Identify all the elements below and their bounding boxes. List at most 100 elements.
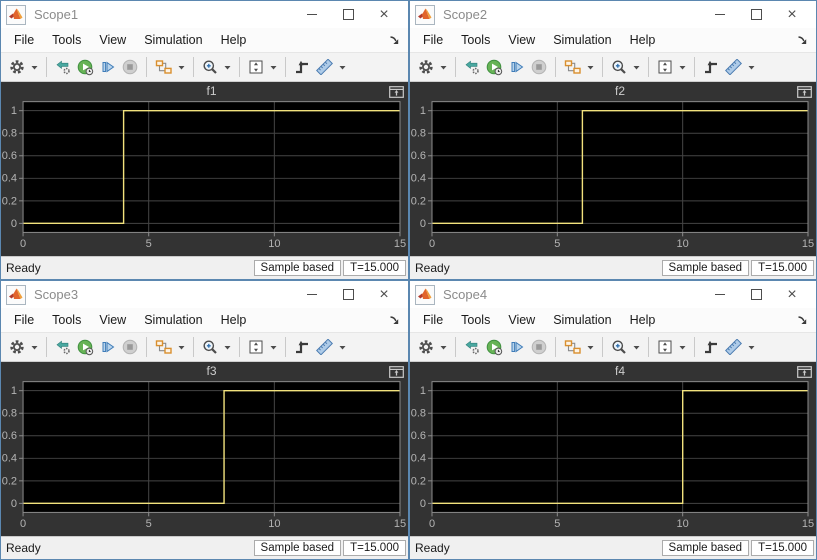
maximize-axes-button[interactable] — [796, 365, 812, 378]
cursor-measurements-button[interactable] — [722, 335, 745, 359]
titlebar[interactable]: Scope3 × — [1, 281, 408, 308]
signal-selector-button[interactable] — [561, 335, 584, 359]
settings-dropdown-caret[interactable] — [28, 55, 41, 79]
menu-item-simulation[interactable]: Simulation — [544, 30, 620, 50]
menu-item-view[interactable]: View — [90, 30, 135, 50]
triggers-button[interactable] — [291, 55, 313, 79]
triggers-button[interactable] — [700, 55, 722, 79]
step-forward-button[interactable] — [97, 335, 119, 359]
settings-dropdown-caret[interactable] — [28, 335, 41, 359]
stop-button[interactable] — [119, 55, 141, 79]
step-forward-button[interactable] — [506, 335, 528, 359]
settings-button[interactable] — [415, 335, 437, 359]
maximize-axes-button[interactable] — [796, 85, 812, 98]
minimize-button[interactable] — [294, 284, 330, 306]
cursor-measurements-button[interactable] — [313, 335, 336, 359]
menu-item-view[interactable]: View — [499, 30, 544, 50]
measurements-dropdown-caret[interactable] — [336, 335, 349, 359]
measurements-dropdown-caret[interactable] — [745, 335, 758, 359]
menu-item-help[interactable]: Help — [212, 310, 256, 330]
menu-item-help[interactable]: Help — [621, 30, 665, 50]
cursor-measurements-button[interactable] — [722, 55, 745, 79]
close-button[interactable]: × — [774, 4, 810, 26]
stop-button[interactable] — [119, 335, 141, 359]
settings-dropdown-caret[interactable] — [437, 55, 450, 79]
maximize-button[interactable] — [330, 284, 366, 306]
measurements-dropdown-caret[interactable] — [745, 55, 758, 79]
menu-item-view[interactable]: View — [499, 310, 544, 330]
titlebar[interactable]: Scope1 × — [1, 1, 408, 28]
scale-axes-dropdown-caret[interactable] — [267, 335, 280, 359]
settings-dropdown-caret[interactable] — [437, 335, 450, 359]
menu-item-tools[interactable]: Tools — [43, 310, 90, 330]
menu-item-simulation[interactable]: Simulation — [135, 310, 211, 330]
cursor-measurements-button[interactable] — [313, 55, 336, 79]
signal-selector-dropdown-caret[interactable] — [584, 335, 597, 359]
zoom-dropdown-caret[interactable] — [221, 55, 234, 79]
zoom-in-button[interactable] — [199, 335, 221, 359]
zoom-in-button[interactable] — [199, 55, 221, 79]
scale-axes-dropdown-caret[interactable] — [676, 55, 689, 79]
menu-item-tools[interactable]: Tools — [452, 310, 499, 330]
minimize-button[interactable] — [702, 4, 738, 26]
signal-selector-dropdown-caret[interactable] — [175, 55, 188, 79]
settings-button[interactable] — [415, 55, 437, 79]
run-button[interactable] — [74, 335, 97, 359]
menu-item-help[interactable]: Help — [621, 310, 665, 330]
triggers-button[interactable] — [291, 335, 313, 359]
signal-selector-button[interactable] — [561, 55, 584, 79]
menu-item-simulation[interactable]: Simulation — [544, 310, 620, 330]
maximize-button[interactable] — [738, 284, 774, 306]
measurements-dropdown-caret[interactable] — [336, 55, 349, 79]
highlight-simulink-block-button[interactable] — [52, 335, 74, 359]
step-forward-button[interactable] — [506, 55, 528, 79]
run-button[interactable] — [483, 335, 506, 359]
settings-button[interactable] — [6, 335, 28, 359]
menu-item-file[interactable]: File — [414, 30, 452, 50]
close-button[interactable]: × — [366, 284, 402, 306]
menu-item-tools[interactable]: Tools — [43, 30, 90, 50]
maximize-axes-button[interactable] — [388, 365, 404, 378]
menu-item-view[interactable]: View — [90, 310, 135, 330]
scale-axes-button[interactable] — [654, 335, 676, 359]
scale-axes-dropdown-caret[interactable] — [676, 335, 689, 359]
signal-selector-dropdown-caret[interactable] — [175, 335, 188, 359]
dock-scope-button[interactable] — [388, 34, 400, 46]
zoom-in-button[interactable] — [608, 335, 630, 359]
stop-button[interactable] — [528, 55, 550, 79]
settings-button[interactable] — [6, 55, 28, 79]
menu-item-file[interactable]: File — [5, 30, 43, 50]
menu-item-simulation[interactable]: Simulation — [135, 30, 211, 50]
triggers-button[interactable] — [700, 335, 722, 359]
menu-item-file[interactable]: File — [414, 310, 452, 330]
maximize-axes-button[interactable] — [388, 85, 404, 98]
titlebar[interactable]: Scope2 × — [410, 1, 816, 28]
signal-selector-dropdown-caret[interactable] — [584, 55, 597, 79]
run-button[interactable] — [483, 55, 506, 79]
close-button[interactable]: × — [366, 4, 402, 26]
highlight-simulink-block-button[interactable] — [461, 55, 483, 79]
dock-scope-button[interactable] — [796, 314, 808, 326]
step-forward-button[interactable] — [97, 55, 119, 79]
signal-selector-button[interactable] — [152, 335, 175, 359]
menu-item-tools[interactable]: Tools — [452, 30, 499, 50]
scale-axes-button[interactable] — [245, 335, 267, 359]
minimize-button[interactable] — [294, 4, 330, 26]
zoom-in-button[interactable] — [608, 55, 630, 79]
zoom-dropdown-caret[interactable] — [630, 335, 643, 359]
titlebar[interactable]: Scope4 × — [410, 281, 816, 308]
maximize-button[interactable] — [330, 4, 366, 26]
zoom-dropdown-caret[interactable] — [630, 55, 643, 79]
dock-scope-button[interactable] — [796, 34, 808, 46]
dock-scope-button[interactable] — [388, 314, 400, 326]
menu-item-help[interactable]: Help — [212, 30, 256, 50]
run-button[interactable] — [74, 55, 97, 79]
scale-axes-button[interactable] — [245, 55, 267, 79]
zoom-dropdown-caret[interactable] — [221, 335, 234, 359]
signal-selector-button[interactable] — [152, 55, 175, 79]
menu-item-file[interactable]: File — [5, 310, 43, 330]
scale-axes-dropdown-caret[interactable] — [267, 55, 280, 79]
highlight-simulink-block-button[interactable] — [52, 55, 74, 79]
highlight-simulink-block-button[interactable] — [461, 335, 483, 359]
scale-axes-button[interactable] — [654, 55, 676, 79]
